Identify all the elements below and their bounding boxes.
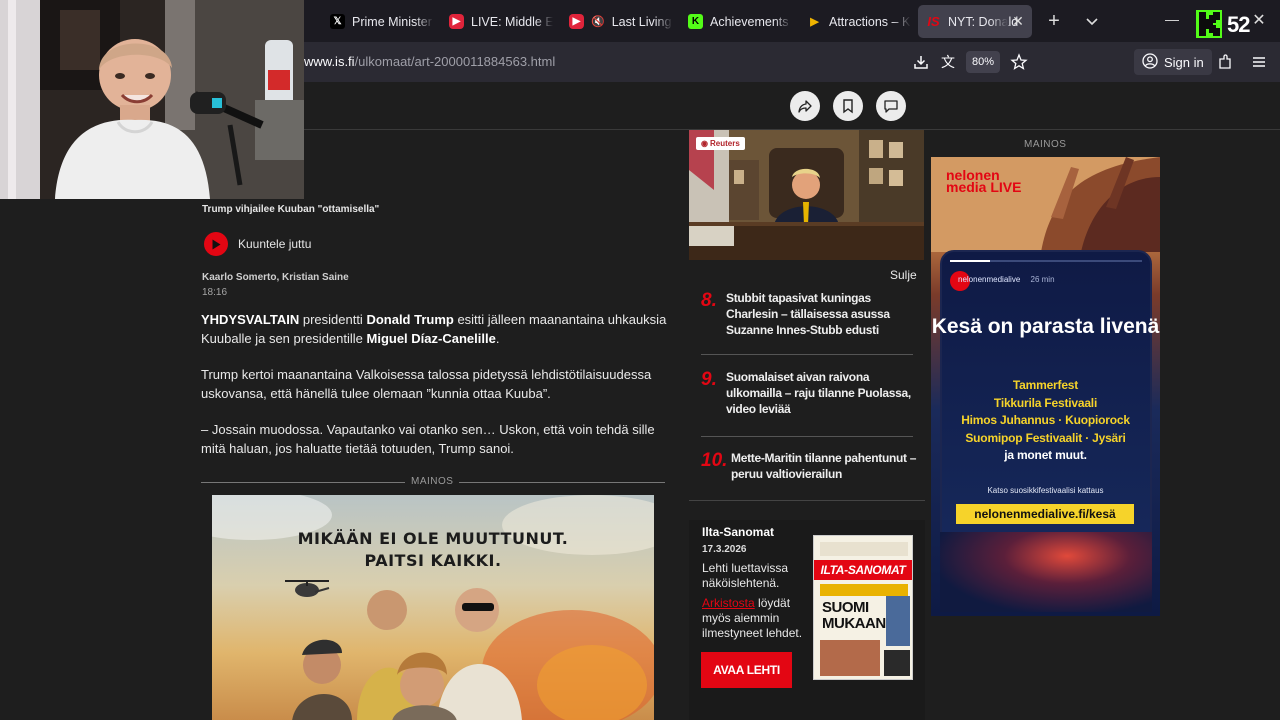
divider — [701, 354, 913, 355]
list-item[interactable]: 9. Suomalaiset aivan raivona ulkomailla … — [701, 369, 913, 419]
tab-prime-minister[interactable]: 𝕏 Prime Minister — [322, 5, 434, 38]
listen-button[interactable]: Kuuntele juttu — [204, 232, 311, 256]
paper-date: 17.3.2026 — [702, 544, 747, 555]
article-authors: Kaarlo Somerto, Kristian Saine — [202, 272, 349, 283]
list-text: Suomalaiset aivan raivona ulkomailla – r… — [726, 370, 911, 416]
streamer-webcam-image — [0, 0, 304, 199]
ad-headline-1: MIKÄÄN EI OLE MUUTTUNUT. — [297, 529, 569, 548]
nelonen-advertisement[interactable]: nelonen media LIVE nelonenmedialive 26 m… — [931, 157, 1160, 616]
paper-title: Ilta-Sanomat — [702, 525, 775, 539]
extensions-icon[interactable] — [1215, 52, 1235, 72]
url-bar[interactable]: www.is.fi/ulkomaat/art-2000011884563.htm… — [304, 54, 555, 69]
paper-cover-image[interactable]: ILTA-SANOMAT SUOMI MUKAAN? — [813, 535, 913, 680]
list-text: Stubbit tapasivat kuningas Charlesin – t… — [726, 291, 890, 337]
article-paragraph: – Jossain muodossa. Vapautanko vai otank… — [201, 422, 655, 456]
ad-url-button[interactable]: nelonenmedialive.fi/kesä — [956, 504, 1134, 524]
open-paper-button[interactable]: AVAA LEHTI — [701, 652, 792, 688]
list-item[interactable]: 10. Mette-Maritin tilanne pahentunut – p… — [701, 450, 916, 486]
stage-lights-art — [940, 532, 1152, 612]
flag-icon: ▶ — [810, 16, 819, 28]
share-icon[interactable] — [790, 91, 820, 121]
event-item: Himos Juhannus · Kuopiorock — [961, 413, 1130, 427]
name-link: Miguel Díaz-Canelille — [366, 331, 496, 346]
lead-word: YHDYSVALTAIN — [201, 312, 300, 327]
divider — [689, 500, 925, 501]
translate-icon[interactable]: 文 — [938, 52, 958, 72]
list-item[interactable]: 8. Stubbit tapasivat kuningas Charlesin … — [701, 290, 913, 337]
kick-logo-icon — [1196, 10, 1222, 38]
story-header: nelonenmedialive 26 min — [958, 275, 1055, 284]
list-number: 9. — [701, 369, 717, 390]
tab-close-icon[interactable]: ✕ — [1010, 13, 1026, 30]
save-to-device-icon[interactable] — [911, 52, 931, 72]
ad-headline-2: PAITSI KAIKKI. — [364, 551, 502, 570]
e-paper-box: Ilta-Sanomat 17.3.2026 Lehti luettavissa… — [689, 520, 925, 720]
kick-k-icon: K — [688, 14, 703, 29]
is-icon: IS — [927, 14, 940, 29]
event-item: Tikkurila Festivaali — [993, 395, 1098, 410]
reuters-logo-icon: ◉ — [701, 139, 708, 148]
tab-live-middle-east[interactable]: ▶ LIVE: Middle Ea — [441, 5, 553, 38]
paper-description: Lehti luettavissa näköislehtenä. — [702, 561, 789, 590]
list-text: Mette-Maritin tilanne pahentunut – peruu… — [731, 451, 917, 481]
close-video-button[interactable]: Sulje — [890, 268, 917, 282]
minimize-icon[interactable]: — — [1164, 11, 1180, 27]
tab-last-living[interactable]: ▶ 🔇 Last Living — [561, 5, 673, 38]
sign-in-button[interactable]: Sign in — [1134, 49, 1212, 75]
list-number: 8. — [701, 290, 717, 311]
nelonen-media-live-logo: nelonen media LIVE — [946, 167, 1022, 195]
bookmark-star-icon[interactable] — [1009, 52, 1029, 72]
article-paragraph: Trump kertoi maanantaina Valkoisessa tal… — [201, 367, 652, 401]
listen-label: Kuuntele juttu — [238, 237, 312, 251]
tab-nyt-donald[interactable]: IS NYT: Donald ✕ — [918, 5, 1032, 38]
divider — [701, 436, 913, 437]
event-item: Suomipop Festivaalit · Jysäri — [965, 430, 1126, 445]
event-list: Tammerfest Tikkurila Festivaali Himos Ju… — [931, 377, 1160, 465]
comment-icon[interactable] — [876, 91, 906, 121]
tab-attractions[interactable]: ▶ Attractions – K — [799, 5, 911, 38]
video-player[interactable]: ◉ Reuters — [689, 130, 924, 260]
ad-title: Kesä on parasta livenä — [931, 315, 1160, 338]
cover-headline: SUOMI MUKAAN? — [822, 599, 895, 632]
archive-link[interactable]: Arkistosta — [702, 596, 755, 610]
reuters-badge: ◉ Reuters — [696, 137, 745, 150]
sign-in-label: Sign in — [1164, 54, 1204, 70]
image-caption: Trump vihjailee Kuuban "ottamisella" — [202, 204, 380, 215]
play-icon — [204, 232, 228, 256]
account-icon — [1142, 52, 1158, 72]
list-number: 10. — [701, 450, 728, 471]
cover-masthead: ILTA-SANOMAT — [814, 560, 912, 580]
article-body: Trump vihjailee Kuuban "ottamisella" Kuu… — [200, 130, 676, 720]
youtube-icon: ▶ — [569, 14, 584, 29]
ad-label: MAINOS — [405, 476, 460, 487]
movie-advertisement[interactable]: MIKÄÄN EI OLE MUUTTUNUT. PAITSI KAIKKI. — [212, 495, 654, 720]
event-item: Tammerfest — [1012, 378, 1079, 392]
webcam-overlay — [0, 0, 304, 199]
event-tail: ja monet muut. — [1004, 448, 1087, 462]
article-time: 18:16 — [202, 287, 228, 298]
ad-label: MAINOS — [1024, 139, 1067, 150]
ad-subtext: Katso suosikkifestivaalisi kattaus — [987, 486, 1104, 495]
window-close-icon[interactable]: ✕ — [1250, 10, 1268, 30]
youtube-icon: ▶ — [449, 14, 464, 29]
speaker-muted-icon[interactable]: 🔇 — [591, 15, 605, 28]
name-link: Donald Trump — [366, 312, 454, 327]
article-paragraph: YHDYSVALTAIN presidentti Donald Trump es… — [201, 312, 667, 346]
bookmark-icon[interactable] — [833, 91, 863, 121]
paper-archive-text: Arkistosta löydät myös aiemmin ilmestyne… — [702, 596, 803, 640]
url-domain: www.is.fi — [304, 54, 355, 69]
tab-achievements[interactable]: K Achievements — [680, 5, 792, 38]
x-icon: 𝕏 — [330, 14, 345, 29]
viewer-count: 52 — [1227, 12, 1251, 37]
new-tab-icon[interactable]: + — [1042, 10, 1066, 32]
menu-icon[interactable] — [1249, 52, 1269, 72]
zoom-level[interactable]: 80% — [966, 51, 1000, 73]
url-path: /ulkomaat/art-2000011884563.html — [354, 54, 556, 69]
list-all-tabs-icon[interactable] — [1082, 11, 1102, 31]
